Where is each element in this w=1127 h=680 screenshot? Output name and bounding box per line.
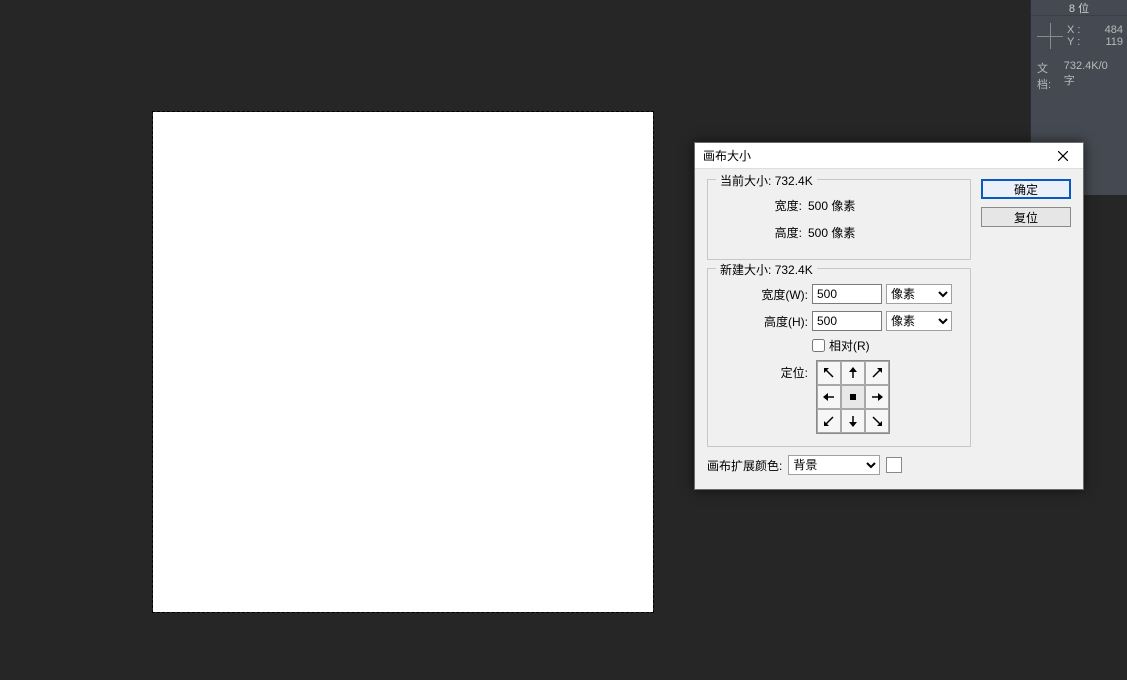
anchor-w[interactable] bbox=[817, 385, 841, 409]
x-value: 484 bbox=[1105, 24, 1123, 36]
relative-label: 相对(R) bbox=[829, 337, 870, 354]
anchor-s[interactable] bbox=[841, 409, 865, 433]
doc-size-label: 文档: bbox=[1037, 60, 1062, 92]
new-width-label: 宽度(W): bbox=[720, 286, 808, 303]
cursor-coords: X : 484 Y : 119 bbox=[1031, 16, 1127, 56]
new-size-legend-label: 新建大小: bbox=[720, 263, 771, 277]
anchor-se[interactable] bbox=[865, 409, 889, 433]
y-label: Y : bbox=[1067, 36, 1080, 48]
extension-color-row: 画布扩展颜色: 前景背景白色黑色灰色其它... bbox=[707, 455, 971, 475]
current-size-group: 当前大小: 732.4K 宽度: 500 像素 高度: 500 像素 bbox=[707, 179, 971, 260]
anchor-sw[interactable] bbox=[817, 409, 841, 433]
current-height-label: 高度: bbox=[720, 224, 802, 241]
relative-checkbox[interactable] bbox=[812, 339, 825, 352]
close-icon bbox=[1058, 151, 1068, 161]
new-height-label: 高度(H): bbox=[720, 313, 808, 330]
anchor-nw[interactable] bbox=[817, 361, 841, 385]
current-height-value: 500 像素 bbox=[808, 224, 855, 241]
current-width-label: 宽度: bbox=[720, 197, 802, 214]
current-size-value: 732.4K bbox=[775, 174, 813, 188]
current-size-legend-label: 当前大小: bbox=[720, 174, 771, 188]
current-size-legend: 当前大小: 732.4K bbox=[716, 172, 817, 189]
color-swatch[interactable] bbox=[886, 457, 902, 473]
anchor-grid bbox=[816, 360, 890, 434]
crosshair-icon bbox=[1037, 23, 1063, 49]
bit-depth-label: 8 位 bbox=[1031, 0, 1127, 16]
new-size-legend: 新建大小: 732.4K bbox=[716, 261, 817, 278]
anchor-label: 定位: bbox=[720, 364, 808, 381]
dialog-titlebar[interactable]: 画布大小 bbox=[695, 143, 1083, 169]
new-size-value: 732.4K bbox=[775, 263, 813, 277]
height-unit-select[interactable]: 像素英寸厘米毫米点派卡 bbox=[886, 311, 952, 331]
width-unit-select[interactable]: 像素英寸厘米毫米点派卡 bbox=[886, 284, 952, 304]
anchor-center[interactable] bbox=[841, 385, 865, 409]
canvas-document[interactable] bbox=[153, 112, 653, 612]
doc-size-value: 732.4K/0 字 bbox=[1064, 60, 1121, 92]
extension-color-select[interactable]: 前景背景白色黑色灰色其它... bbox=[788, 455, 880, 475]
anchor-e[interactable] bbox=[865, 385, 889, 409]
canvas-size-dialog: 画布大小 当前大小: 732.4K 宽度: 500 像素 高度: 500 像素 bbox=[694, 142, 1084, 490]
width-input[interactable] bbox=[812, 284, 882, 304]
height-input[interactable] bbox=[812, 311, 882, 331]
current-width-value: 500 像素 bbox=[808, 197, 855, 214]
x-label: X : bbox=[1067, 24, 1080, 36]
close-button[interactable] bbox=[1049, 146, 1077, 166]
y-value: 119 bbox=[1105, 36, 1123, 48]
document-size: 文档: 732.4K/0 字 bbox=[1031, 56, 1127, 96]
reset-button[interactable]: 复位 bbox=[981, 207, 1071, 227]
dialog-title: 画布大小 bbox=[703, 147, 751, 164]
ok-button[interactable]: 确定 bbox=[981, 179, 1071, 199]
extension-color-label: 画布扩展颜色: bbox=[707, 457, 782, 474]
anchor-ne[interactable] bbox=[865, 361, 889, 385]
new-size-group: 新建大小: 732.4K 宽度(W): 像素英寸厘米毫米点派卡 高度(H): 像… bbox=[707, 268, 971, 447]
anchor-n[interactable] bbox=[841, 361, 865, 385]
